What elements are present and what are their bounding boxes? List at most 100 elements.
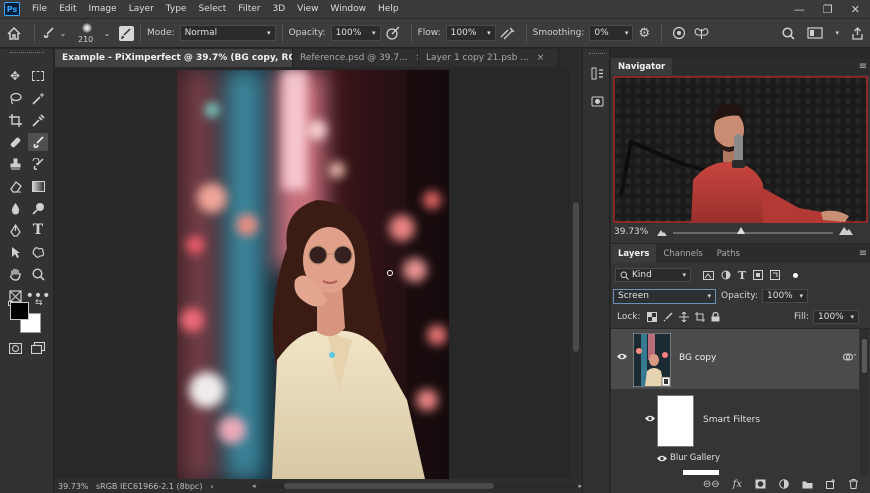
opacity-field[interactable]: 100% ▾ (330, 25, 381, 41)
add-layer-style-icon[interactable]: fx (733, 479, 742, 490)
smoothing-field[interactable]: 0% ▾ (589, 25, 634, 41)
expand-filters-icon[interactable]: ⌃ (852, 353, 858, 361)
panel-menu-icon[interactable]: ≡ (856, 244, 870, 263)
new-adjustment-layer-icon[interactable] (779, 479, 789, 489)
path-selection-tool-icon[interactable] (5, 243, 25, 261)
brush-preset-picker[interactable]: 210 (75, 19, 101, 48)
scroll-left-icon[interactable]: ◂ (252, 482, 256, 490)
layer-row-blur-gallery[interactable]: Blur Gallery (611, 451, 859, 467)
zoom-in-mountain-icon[interactable] (839, 226, 853, 238)
pen-tool-icon[interactable] (5, 221, 25, 239)
custom-shape-tool-icon[interactable] (28, 243, 48, 261)
swap-colors-icon[interactable]: ⇆ (35, 298, 43, 308)
tab-example-piximperfect[interactable]: Example - PiXimperfect @ 39.7% (BG copy,… (55, 49, 293, 67)
tab-reference[interactable]: Reference.psd @ 39.7... × (293, 49, 419, 67)
screen-mode-icon[interactable] (28, 339, 48, 357)
pressure-size-icon[interactable] (668, 26, 690, 40)
layers-scrollbar[interactable] (860, 329, 869, 475)
layer-opacity-field[interactable]: 100% ▾ (762, 289, 808, 303)
mode-select[interactable]: Normal ▾ (179, 25, 276, 41)
document-canvas-image[interactable] (177, 70, 449, 479)
canvas-area[interactable] (55, 67, 570, 479)
tab-navigator[interactable]: Navigator (611, 58, 673, 75)
search-icon[interactable] (782, 26, 796, 40)
lock-position-icon[interactable] (678, 312, 689, 322)
status-arrow-icon[interactable]: › (210, 482, 213, 491)
menu-filter[interactable]: Filter (232, 0, 266, 19)
delete-layer-trash-icon[interactable] (849, 479, 858, 489)
magic-wand-tool-icon[interactable] (28, 89, 48, 107)
workspace-chevron-icon[interactable]: ▾ (835, 29, 839, 37)
status-color-profile[interactable]: sRGB IEC61966-2.1 (8bpc) (96, 482, 202, 491)
filter-shape-icon[interactable] (753, 270, 764, 280)
lock-all-icon[interactable] (711, 312, 720, 322)
zoom-out-mountain-icon[interactable] (657, 229, 667, 239)
layer-row-smart-filters[interactable]: Smart Filters (611, 389, 859, 451)
menu-type[interactable]: Type (160, 0, 193, 19)
filter-toggle-icon[interactable] (793, 272, 799, 278)
smoothing-settings-gear-icon[interactable]: ⚙ (633, 26, 655, 41)
quick-mask-icon[interactable] (5, 339, 25, 357)
fill-field[interactable]: 100% ▾ (813, 310, 859, 324)
menu-select[interactable]: Select (192, 0, 232, 19)
eraser-tool-icon[interactable] (5, 177, 25, 195)
lock-image-pixels-icon[interactable] (663, 312, 673, 322)
filter-type-icon[interactable]: T (738, 269, 746, 282)
blend-mode-select[interactable]: Screen ▾ (613, 288, 716, 304)
filter-adjustment-icon[interactable] (721, 270, 731, 280)
new-group-folder-icon[interactable] (802, 480, 813, 489)
workspace-icon[interactable] (807, 27, 824, 39)
zoom-tool-icon[interactable] (28, 265, 48, 283)
clone-stamp-tool-icon[interactable] (5, 155, 25, 173)
tab-channels[interactable]: Channels (656, 244, 709, 263)
layer-name[interactable]: Blur Gallery (670, 453, 720, 463)
type-tool-icon[interactable]: T (28, 221, 48, 239)
photoshop-logo[interactable]: Ps (4, 2, 20, 16)
blur-tool-icon[interactable] (5, 199, 25, 217)
airbrush-icon[interactable] (496, 27, 520, 40)
brush-tool-icon[interactable] (41, 27, 57, 39)
eyedropper-tool-icon[interactable] (28, 111, 48, 129)
adjustments-panel-icon[interactable] (589, 93, 605, 109)
history-brush-tool-icon[interactable] (28, 155, 48, 173)
add-mask-icon[interactable] (755, 479, 766, 489)
menu-file[interactable]: File (26, 0, 53, 19)
layer-name[interactable]: BG copy (679, 353, 716, 363)
move-tool-icon[interactable]: ✥ (5, 67, 25, 85)
eye-icon[interactable] (657, 455, 667, 465)
history-panel-icon[interactable] (589, 65, 605, 81)
navigator-preview-image[interactable] (613, 76, 868, 223)
crop-tool-icon[interactable] (5, 111, 25, 129)
navigator-zoom-slider[interactable] (673, 232, 833, 234)
tool-preset-chevron-icon[interactable]: ⌄ (57, 29, 69, 38)
tab-layers[interactable]: Layers (611, 244, 657, 263)
menu-3d[interactable]: 3D (267, 0, 292, 19)
layer-row-bg-copy[interactable]: BG copy ⌃ (611, 329, 859, 389)
menu-window[interactable]: Window (325, 0, 373, 19)
layer-thumbnail[interactable] (633, 333, 671, 387)
menu-image[interactable]: Image (83, 0, 123, 19)
share-icon[interactable] (851, 26, 864, 40)
menu-help[interactable]: Help (372, 0, 405, 19)
vertical-scrollbar[interactable] (570, 67, 582, 479)
filter-pixel-icon[interactable] (703, 270, 714, 280)
eye-icon[interactable] (645, 415, 655, 425)
eye-icon[interactable] (617, 353, 627, 363)
smart-filter-mask-thumbnail[interactable] (657, 395, 694, 447)
brush-preset-chevron-icon[interactable]: ⌄ (101, 29, 113, 38)
status-zoom[interactable]: 39.73% (58, 482, 94, 491)
lock-transparent-pixels-icon[interactable] (646, 312, 657, 322)
lasso-tool-icon[interactable] (5, 89, 25, 107)
close-button[interactable]: ✕ (851, 3, 860, 16)
scrollbar-thumb[interactable] (573, 202, 579, 352)
layers-scrollbar-thumb[interactable] (862, 339, 867, 373)
menu-edit[interactable]: Edit (53, 0, 82, 19)
close-tab-icon[interactable]: × (537, 53, 545, 63)
horizontal-scrollbar-thumb[interactable] (283, 483, 494, 489)
brush-settings-icon[interactable] (119, 25, 134, 41)
tab-layer-1-copy-21[interactable]: Layer 1 copy 21.psb ... × (419, 49, 559, 67)
brush-tool-icon[interactable] (28, 133, 48, 151)
layer-name[interactable]: Smart Filters (703, 415, 760, 425)
panel-menu-icon[interactable]: ≡ (856, 58, 870, 75)
foreground-color-swatch[interactable] (10, 302, 29, 320)
